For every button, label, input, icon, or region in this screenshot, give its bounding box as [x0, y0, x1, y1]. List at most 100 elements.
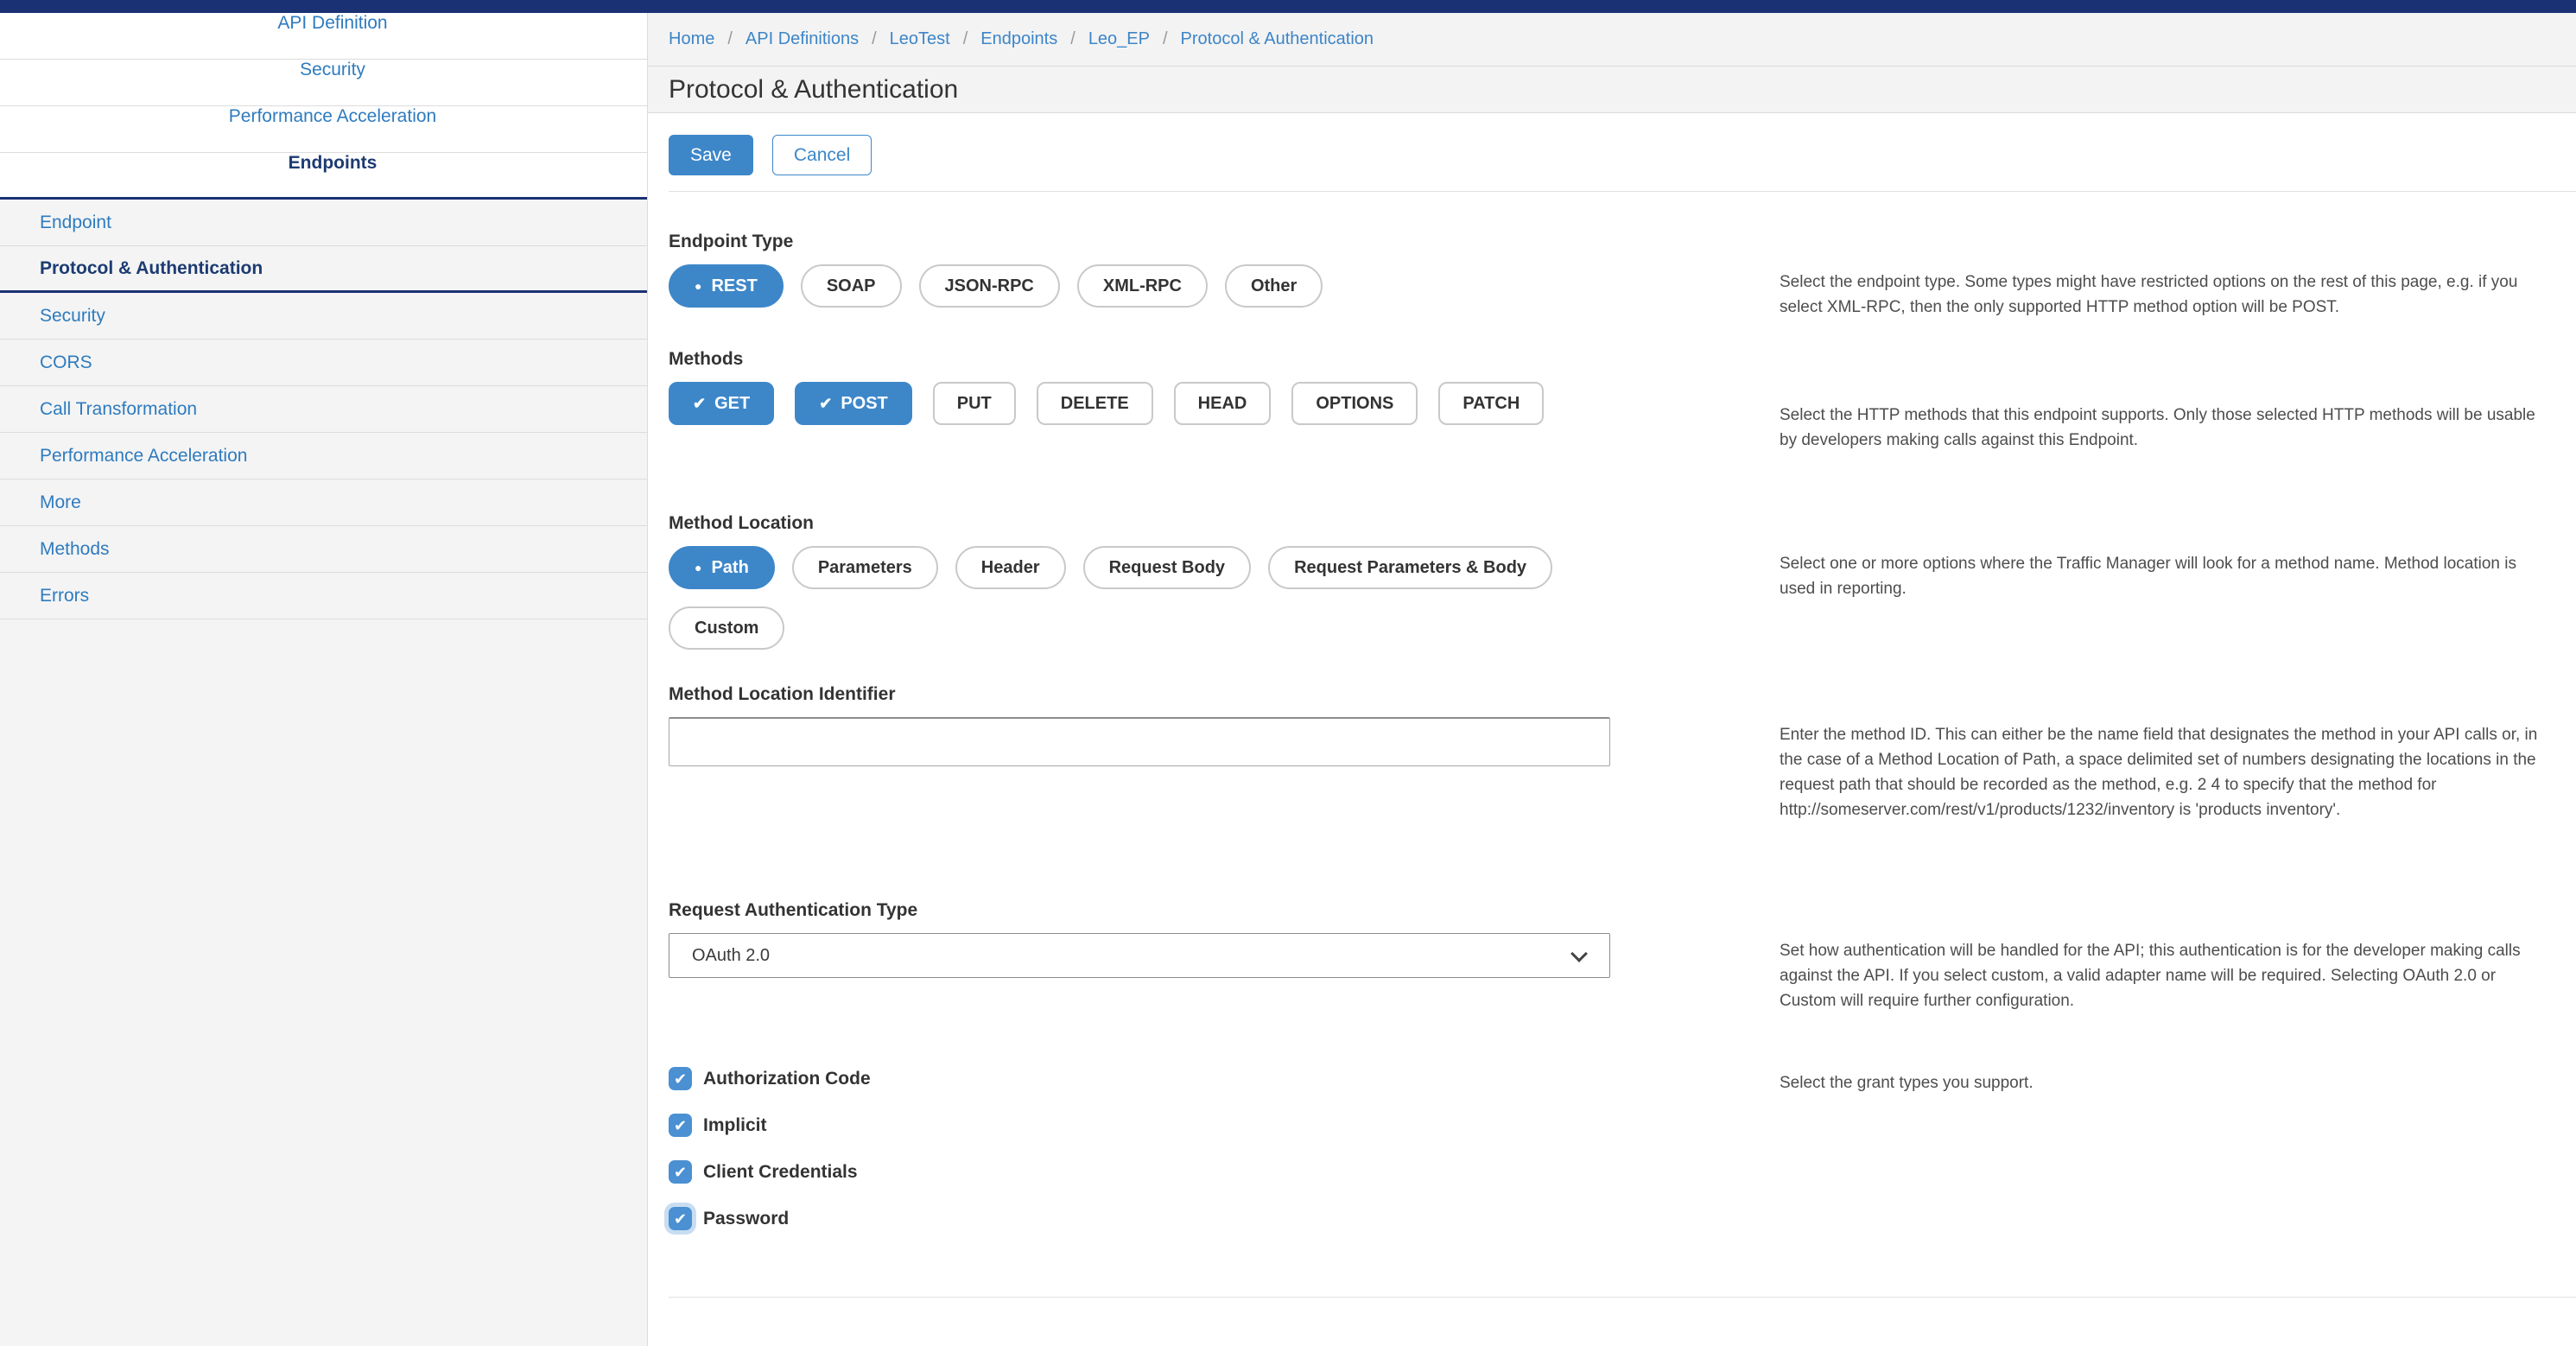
method-location-option-path[interactable]: ● Path — [669, 546, 775, 589]
sidebar-subitem-label: Endpoint — [40, 213, 111, 233]
endpoint-type-option-other[interactable]: ● Other — [1225, 264, 1323, 308]
grant-type-authorization-code[interactable]: ✔ Authorization Code — [669, 1067, 1780, 1090]
methods-section: Methods ✔ GET ✔ POST — [669, 349, 2576, 453]
sidebar-subitem-performance-acceleration[interactable]: Performance Acceleration — [0, 433, 647, 479]
sidebar-subitem-protocol-authentication[interactable]: Protocol & Authentication — [0, 246, 647, 293]
sidebar-subitem-label: Performance Acceleration — [40, 446, 247, 467]
sidebar-subitem-security[interactable]: Security — [0, 293, 647, 340]
method-label: OPTIONS — [1316, 394, 1393, 414]
endpoint-type-option-json-rpc[interactable]: ● JSON-RPC — [919, 264, 1060, 308]
method-location-identifier-help: Enter the method ID. This can either be … — [1780, 684, 2548, 822]
cancel-button[interactable]: Cancel — [772, 135, 872, 175]
sidebar-subitem-more[interactable]: More — [0, 479, 647, 526]
endpoint-type-option-xml-rpc[interactable]: ● XML-RPC — [1077, 264, 1208, 308]
top-bar — [0, 0, 2576, 13]
check-icon: ✔ — [674, 1071, 687, 1087]
methods-label: Methods — [669, 349, 1780, 370]
sidebar-item-security[interactable]: Security — [0, 60, 647, 106]
pill-label: Custom — [695, 619, 758, 638]
endpoint-type-options: ● REST ● SOAP ● — [669, 264, 1619, 308]
method-location-identifier-input[interactable] — [669, 717, 1610, 766]
method-location-option-header[interactable]: ● Header — [955, 546, 1066, 589]
request-authentication-type-select[interactable]: OAuth 2.0 — [669, 933, 1610, 978]
check-icon: ✔ — [693, 395, 706, 413]
sidebar-subitem-cors[interactable]: CORS — [0, 340, 647, 386]
grant-type-label[interactable]: Client Credentials — [703, 1162, 858, 1183]
method-location-option-request-parameters-body[interactable]: ● Request Parameters & Body — [1268, 546, 1552, 589]
grant-type-password[interactable]: ✔ Password — [669, 1207, 1780, 1230]
method-option-head[interactable]: ✔ HEAD — [1174, 382, 1272, 425]
method-location-label: Method Location — [669, 513, 1780, 534]
check-icon: ✔ — [819, 395, 832, 413]
sidebar-item-performance-acceleration[interactable]: Performance Acceleration — [0, 106, 647, 153]
request-authentication-type-label: Request Authentication Type — [669, 900, 1780, 921]
sidebar-item-endpoints[interactable]: Endpoints — [0, 153, 647, 200]
crumb-home[interactable]: Home — [669, 29, 746, 49]
crumb-api-definitions[interactable]: API Definitions — [746, 29, 890, 49]
pill-label: Path — [711, 558, 748, 578]
pill-label: SOAP — [827, 276, 876, 296]
grant-type-label[interactable]: Implicit — [703, 1115, 767, 1136]
crumb-protocol-authentication[interactable]: Protocol & Authentication — [1181, 29, 1374, 49]
method-option-post[interactable]: ✔ POST — [795, 382, 912, 425]
page-title: Protocol & Authentication — [669, 75, 958, 105]
sidebar-subitem-label: Protocol & Authentication — [40, 258, 263, 279]
grant-type-label[interactable]: Authorization Code — [703, 1069, 871, 1089]
checkbox[interactable]: ✔ — [669, 1114, 692, 1137]
request-authentication-type-section: Request Authentication Type OAuth 2.0 Se… — [669, 900, 2576, 1013]
crumb-leo-ep[interactable]: Leo_EP — [1088, 29, 1181, 49]
method-option-put[interactable]: ✔ PUT — [933, 382, 1016, 425]
sidebar-item-label: API Definition — [277, 13, 387, 34]
checkbox[interactable]: ✔ — [669, 1207, 692, 1230]
pill-label: XML-RPC — [1103, 276, 1182, 296]
pill-label: Request Body — [1109, 558, 1225, 578]
sidebar-subitem-methods[interactable]: Methods — [0, 526, 647, 573]
radio-dot-icon: ● — [695, 561, 701, 575]
grant-type-implicit[interactable]: ✔ Implicit — [669, 1114, 1780, 1137]
grant-type-label[interactable]: Password — [703, 1209, 789, 1229]
method-location-option-parameters[interactable]: ● Parameters — [792, 546, 938, 589]
pill-label: JSON-RPC — [945, 276, 1034, 296]
checkbox[interactable]: ✔ — [669, 1160, 692, 1184]
method-location-option-custom[interactable]: ● Custom — [669, 606, 784, 650]
method-location-option-request-body[interactable]: ● Request Body — [1083, 546, 1251, 589]
method-location-options: ● Path ● Parameters ● — [669, 546, 1619, 650]
check-icon: ✔ — [674, 1118, 687, 1133]
check-icon: ✔ — [674, 1165, 687, 1180]
method-option-delete[interactable]: ✔ DELETE — [1037, 382, 1153, 425]
method-label: PATCH — [1462, 394, 1520, 414]
request-authentication-type-help: Set how authentication will be handled f… — [1780, 900, 2548, 1013]
sidebar-subitem-label: Methods — [40, 539, 110, 560]
app-window: API Definition Security Performance Acce… — [0, 0, 2576, 1346]
method-location-identifier-label: Method Location Identifier — [669, 684, 1780, 705]
sidebar-subitem-errors[interactable]: Errors — [0, 573, 647, 619]
sidebar-item-api-definition[interactable]: API Definition — [0, 13, 647, 60]
bottom-divider — [669, 1297, 2576, 1298]
grant-types-section: ✔ Authorization Code ✔ Implicit — [669, 1067, 2576, 1254]
checkbox[interactable]: ✔ — [669, 1067, 692, 1090]
sidebar-item-label: Endpoints — [289, 153, 378, 174]
pill-label: Header — [981, 558, 1040, 578]
sidebar-subitem-label: Call Transformation — [40, 399, 197, 420]
pill-label: Parameters — [818, 558, 912, 578]
grant-types-options: ✔ Authorization Code ✔ Implicit — [669, 1067, 1780, 1254]
sidebar-subitem-call-transformation[interactable]: Call Transformation — [0, 386, 647, 433]
save-button[interactable]: Save — [669, 135, 753, 175]
method-option-options[interactable]: ✔ OPTIONS — [1291, 382, 1418, 425]
sidebar-subitem-endpoint[interactable]: Endpoint — [0, 200, 647, 246]
methods-help: Select the HTTP methods that this endpoi… — [1780, 349, 2548, 453]
endpoint-type-option-rest[interactable]: ● REST — [669, 264, 784, 308]
crumb-endpoints[interactable]: Endpoints — [980, 29, 1088, 49]
crumb-leotest[interactable]: LeoTest — [890, 29, 981, 49]
method-option-get[interactable]: ✔ GET — [669, 382, 774, 425]
chevron-down-icon — [1570, 945, 1588, 962]
method-label: HEAD — [1198, 394, 1247, 414]
endpoint-type-section: Endpoint Type ● REST ● — [669, 232, 2576, 320]
method-option-patch[interactable]: ✔ PATCH — [1438, 382, 1544, 425]
sidebar-subitem-label: Security — [40, 306, 105, 327]
sidebar-subitem-label: Errors — [40, 586, 89, 606]
grant-types-help: Select the grant types you support. — [1780, 1067, 2548, 1095]
endpoint-type-option-soap[interactable]: ● SOAP — [801, 264, 902, 308]
grant-type-client-credentials[interactable]: ✔ Client Credentials — [669, 1160, 1780, 1184]
sidebar-subitem-label: More — [40, 492, 81, 513]
